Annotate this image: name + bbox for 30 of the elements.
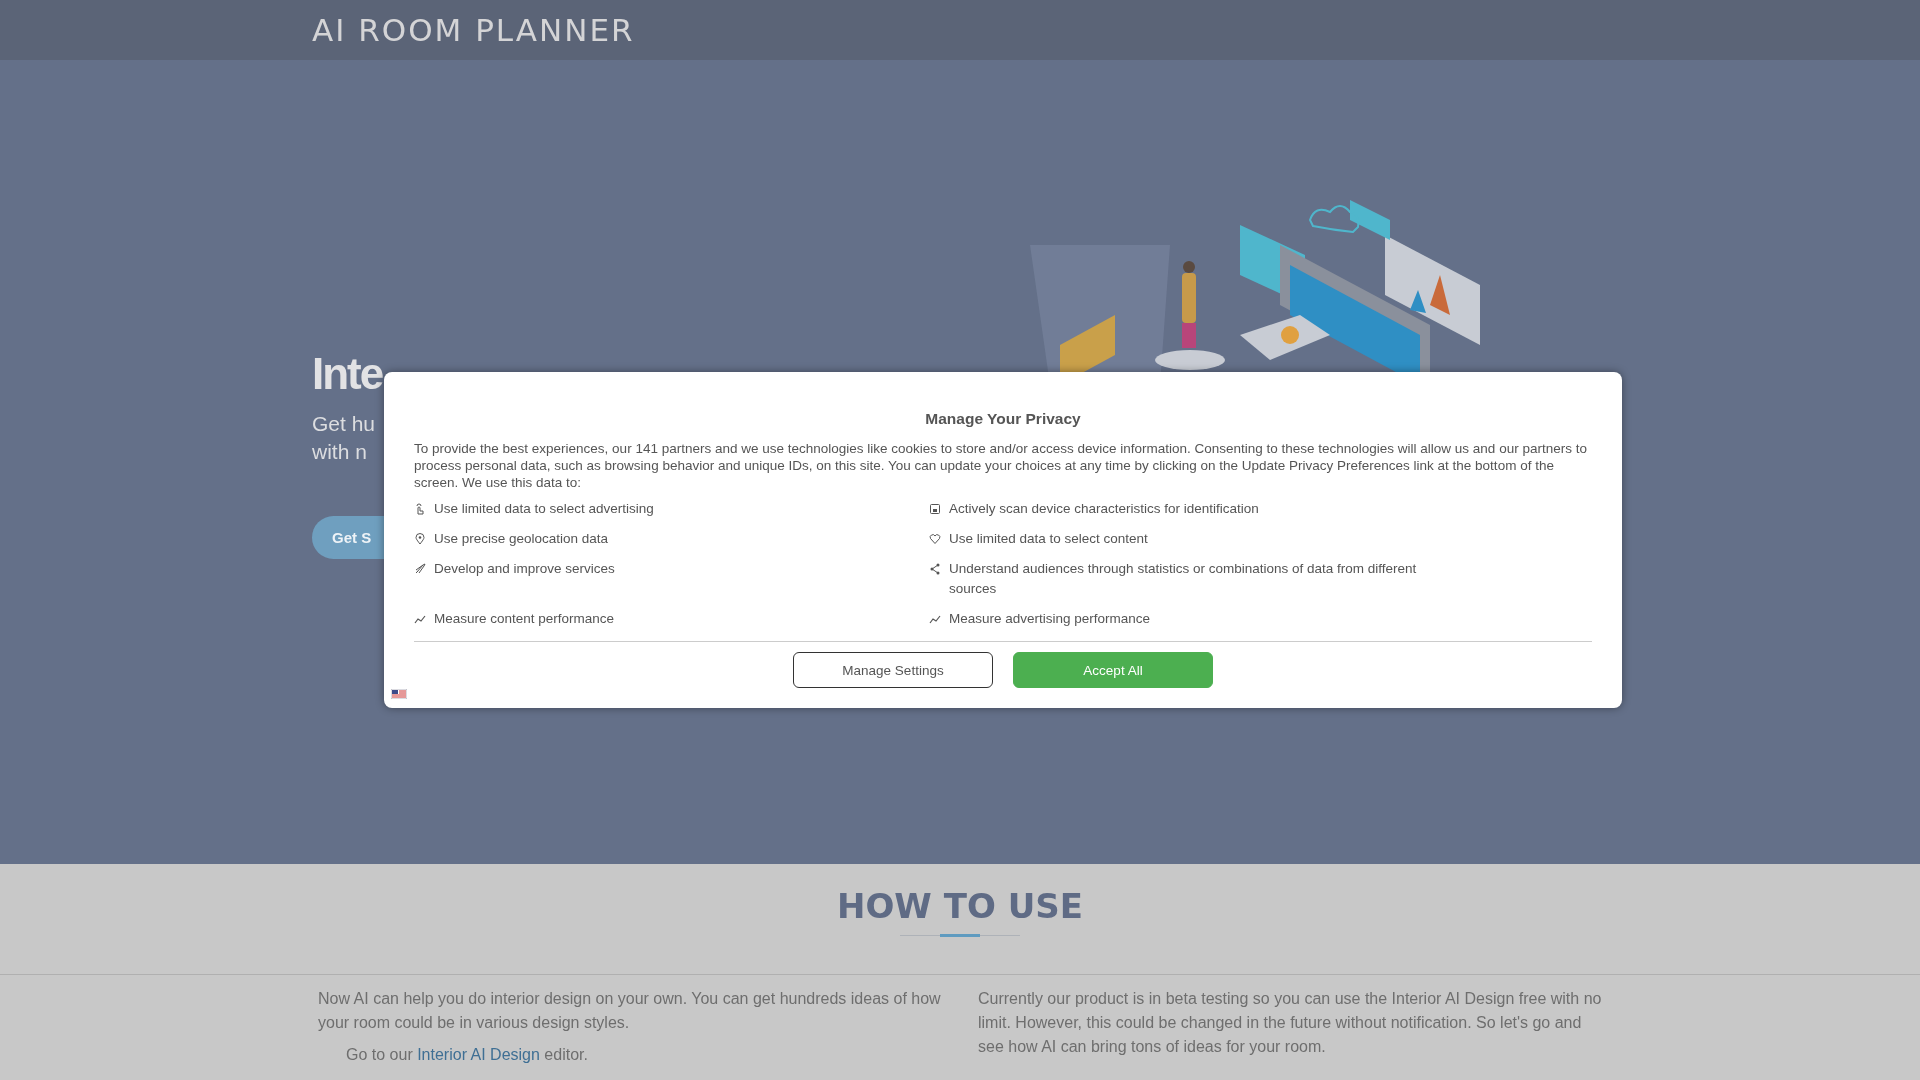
trend-line-icon — [414, 613, 426, 625]
purpose-text: Actively scan device characteristics for identification — [949, 500, 1259, 518]
step-text: Go to our Interior AI Design editor. — [345, 1045, 589, 1065]
share-icon — [929, 563, 941, 575]
accept-all-button[interactable]: Accept All — [1013, 652, 1213, 688]
heart-icon — [929, 533, 941, 545]
manage-settings-button[interactable]: Manage Settings — [793, 652, 993, 688]
purpose-text: Develop and improve services — [434, 560, 615, 578]
purpose-text: Use limited data to select content — [949, 530, 1148, 548]
purpose-text: Measure advertising performance — [949, 610, 1151, 628]
floppy-icon — [929, 503, 941, 515]
hero-subtitle-line: with n — [312, 439, 368, 466]
purpose-text: Use precise geolocation data — [434, 530, 609, 548]
heading-underline — [940, 934, 980, 937]
dialog-intro-text: To provide the best experiences, our 141 partners and we use technologies like cookies to store and/or access device information. Consenting to these technologies will allow us and our partners to process personal data, such as browsing behavior and unique IDs, on this site. You can update your choices at any time by clicking on the Update Privacy Preferences link at the bottom of the screen. We use this data to: — [414, 440, 1588, 491]
language-flag-icon[interactable] — [391, 689, 407, 699]
section-heading: HOW TO USE — [837, 886, 1083, 926]
purpose-text: Use limited data to select advertising — [434, 500, 654, 518]
site-title[interactable]: AI ROOM PLANNER — [312, 12, 635, 48]
trend-line-icon — [929, 613, 941, 625]
pointer-hand-icon — [414, 503, 426, 515]
location-pin-icon — [414, 533, 426, 545]
intro-paragraph: Now AI can help you do interior design on your own. You can get hundreds ideas of how your room could be in various design styles. — [318, 989, 942, 1033]
purpose-text: Understand audiences through statistics or combinations of data from different sources — [949, 560, 1418, 598]
purpose-text: Measure content performance — [434, 610, 615, 628]
dialog-title: Manage Your Privacy — [924, 410, 1082, 428]
beta-paragraph: Currently our product is in beta testing so you can use the Interior AI Design free with no limit. However, this could be changed in the future without notification. So let's go and see how AI can bring tons of ideas for your room. — [978, 989, 1602, 1057]
hero-subtitle-line: Get hu — [312, 411, 376, 438]
editor-link[interactable]: Interior AI Design — [417, 1046, 540, 1063]
hero-title: Inte — [312, 350, 383, 399]
